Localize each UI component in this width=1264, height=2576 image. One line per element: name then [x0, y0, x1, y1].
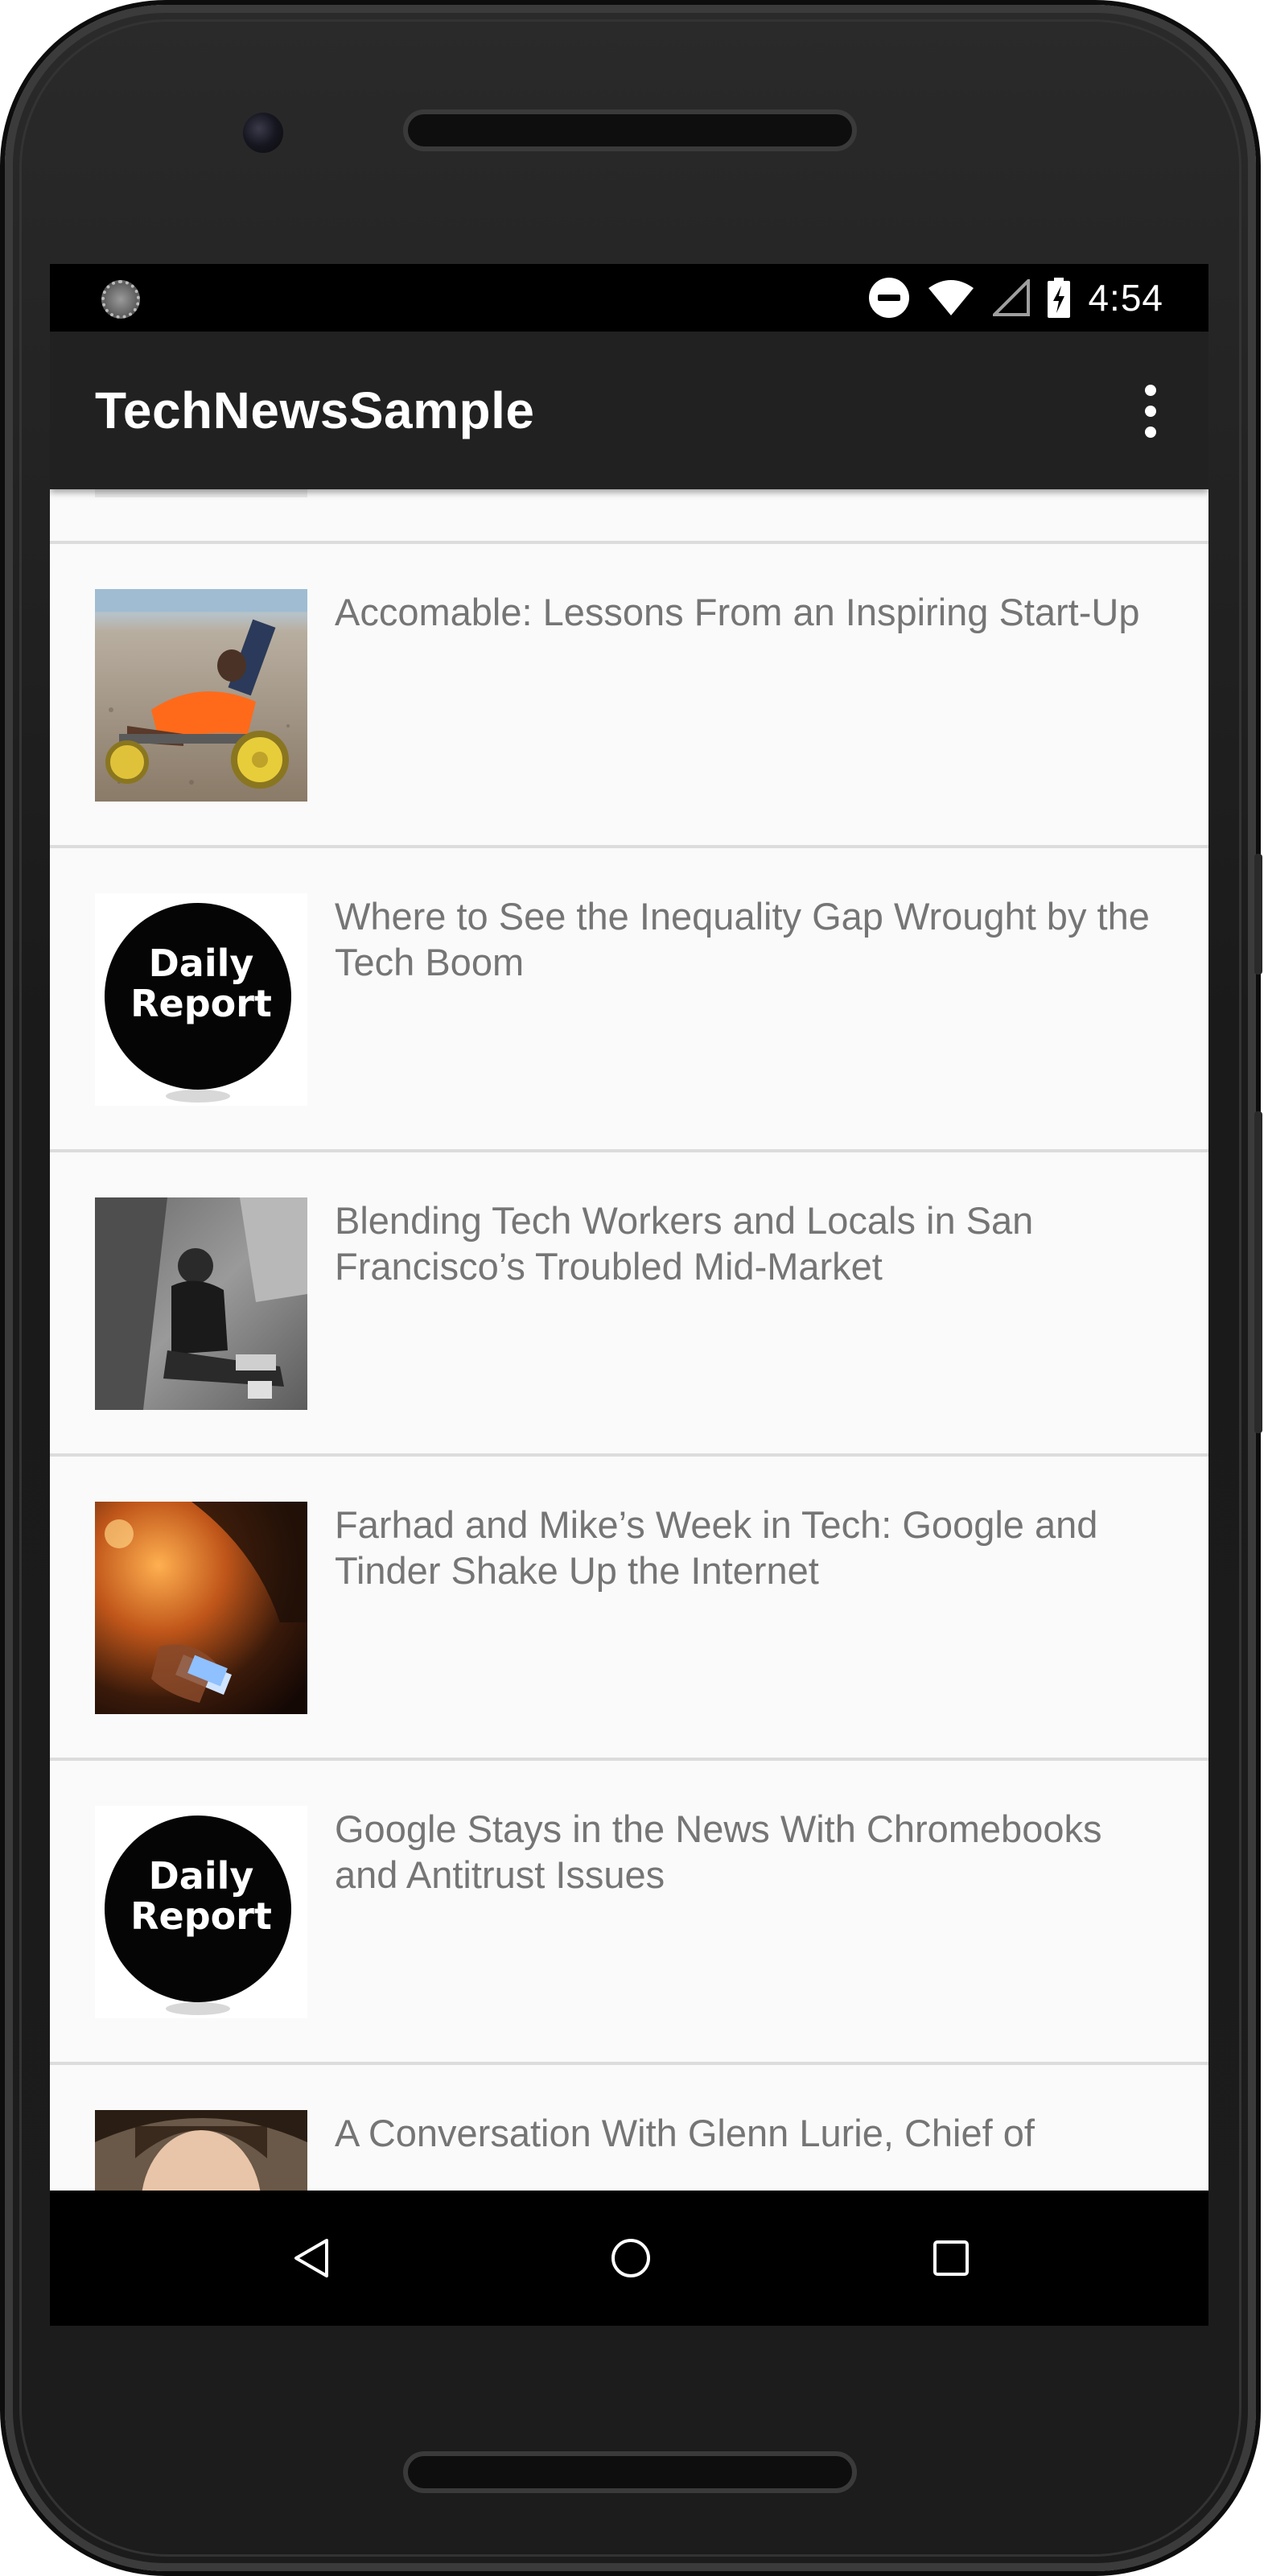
cell-signal-icon — [993, 279, 1031, 316]
list-item[interactable]: Accomable: Lessons From an Inspiring Sta… — [50, 544, 1208, 848]
article-title: Google Stays in the News With Chromebook… — [335, 1807, 1102, 1896]
article-list[interactable]: Accomable: Lessons From an Inspiring Sta… — [50, 489, 1208, 2191]
daily-report-logo: Daily Report — [95, 1856, 307, 1936]
status-time: 4:54 — [1088, 277, 1163, 319]
list-item[interactable]: Daily Report Where to See the Inequality… — [50, 848, 1208, 1152]
overflow-menu-icon[interactable] — [1141, 385, 1160, 439]
article-thumbnail — [95, 589, 307, 802]
list-item[interactable] — [50, 489, 1208, 544]
logo-line-2: Report — [130, 982, 272, 1025]
article-title: Farhad and Mike’s Week in Tech: Google a… — [335, 1503, 1098, 1592]
list-item[interactable]: Blending Tech Workers and Locals in San … — [50, 1152, 1208, 1457]
article-title: Accomable: Lessons From an Inspiring Sta… — [335, 591, 1140, 633]
article-title: Where to See the Inequality Gap Wrought … — [335, 895, 1150, 983]
back-icon[interactable] — [288, 2234, 336, 2282]
recents-icon[interactable] — [927, 2234, 975, 2282]
power-button — [1254, 854, 1262, 975]
sync-icon — [101, 280, 140, 319]
logo-line-2: Report — [130, 1894, 272, 1938]
article-title: A Conversation With Glenn Lurie, Chief o… — [335, 2112, 1035, 2154]
do-not-disturb-icon — [869, 278, 910, 318]
navigation-bar — [50, 2191, 1208, 2326]
earpiece-speaker — [403, 109, 857, 151]
app-bar: TechNewsSample — [50, 332, 1208, 489]
article-thumbnail: Daily Report — [95, 893, 307, 1106]
volume-button — [1254, 1111, 1262, 1433]
list-item[interactable]: Farhad and Mike’s Week in Tech: Google a… — [50, 1457, 1208, 1761]
front-camera — [243, 113, 283, 153]
wifi-icon — [928, 280, 974, 315]
logo-line-1: Daily — [148, 942, 254, 985]
article-thumbnail — [95, 1502, 307, 1714]
status-icons: 4:54 — [869, 264, 1163, 332]
article-thumbnail — [95, 489, 307, 497]
article-thumbnail — [95, 2110, 307, 2191]
battery-charging-icon — [1048, 278, 1071, 318]
home-icon[interactable] — [607, 2234, 655, 2282]
screen: 4:54 TechNewsSample Accomable: Lessons F… — [50, 264, 1208, 2326]
article-title: Blending Tech Workers and Locals in San … — [335, 1199, 1034, 1288]
status-bar: 4:54 — [50, 264, 1208, 332]
article-thumbnail — [95, 1197, 307, 1410]
article-thumbnail: Daily Report — [95, 1806, 307, 2018]
bottom-speaker — [403, 2451, 857, 2493]
list-item[interactable]: A Conversation With Glenn Lurie, Chief o… — [50, 2065, 1208, 2191]
app-title: TechNewsSample — [95, 381, 535, 439]
daily-report-logo: Daily Report — [95, 943, 307, 1024]
logo-line-1: Daily — [148, 1854, 254, 1898]
list-item[interactable]: Daily Report Google Stays in the News Wi… — [50, 1761, 1208, 2065]
